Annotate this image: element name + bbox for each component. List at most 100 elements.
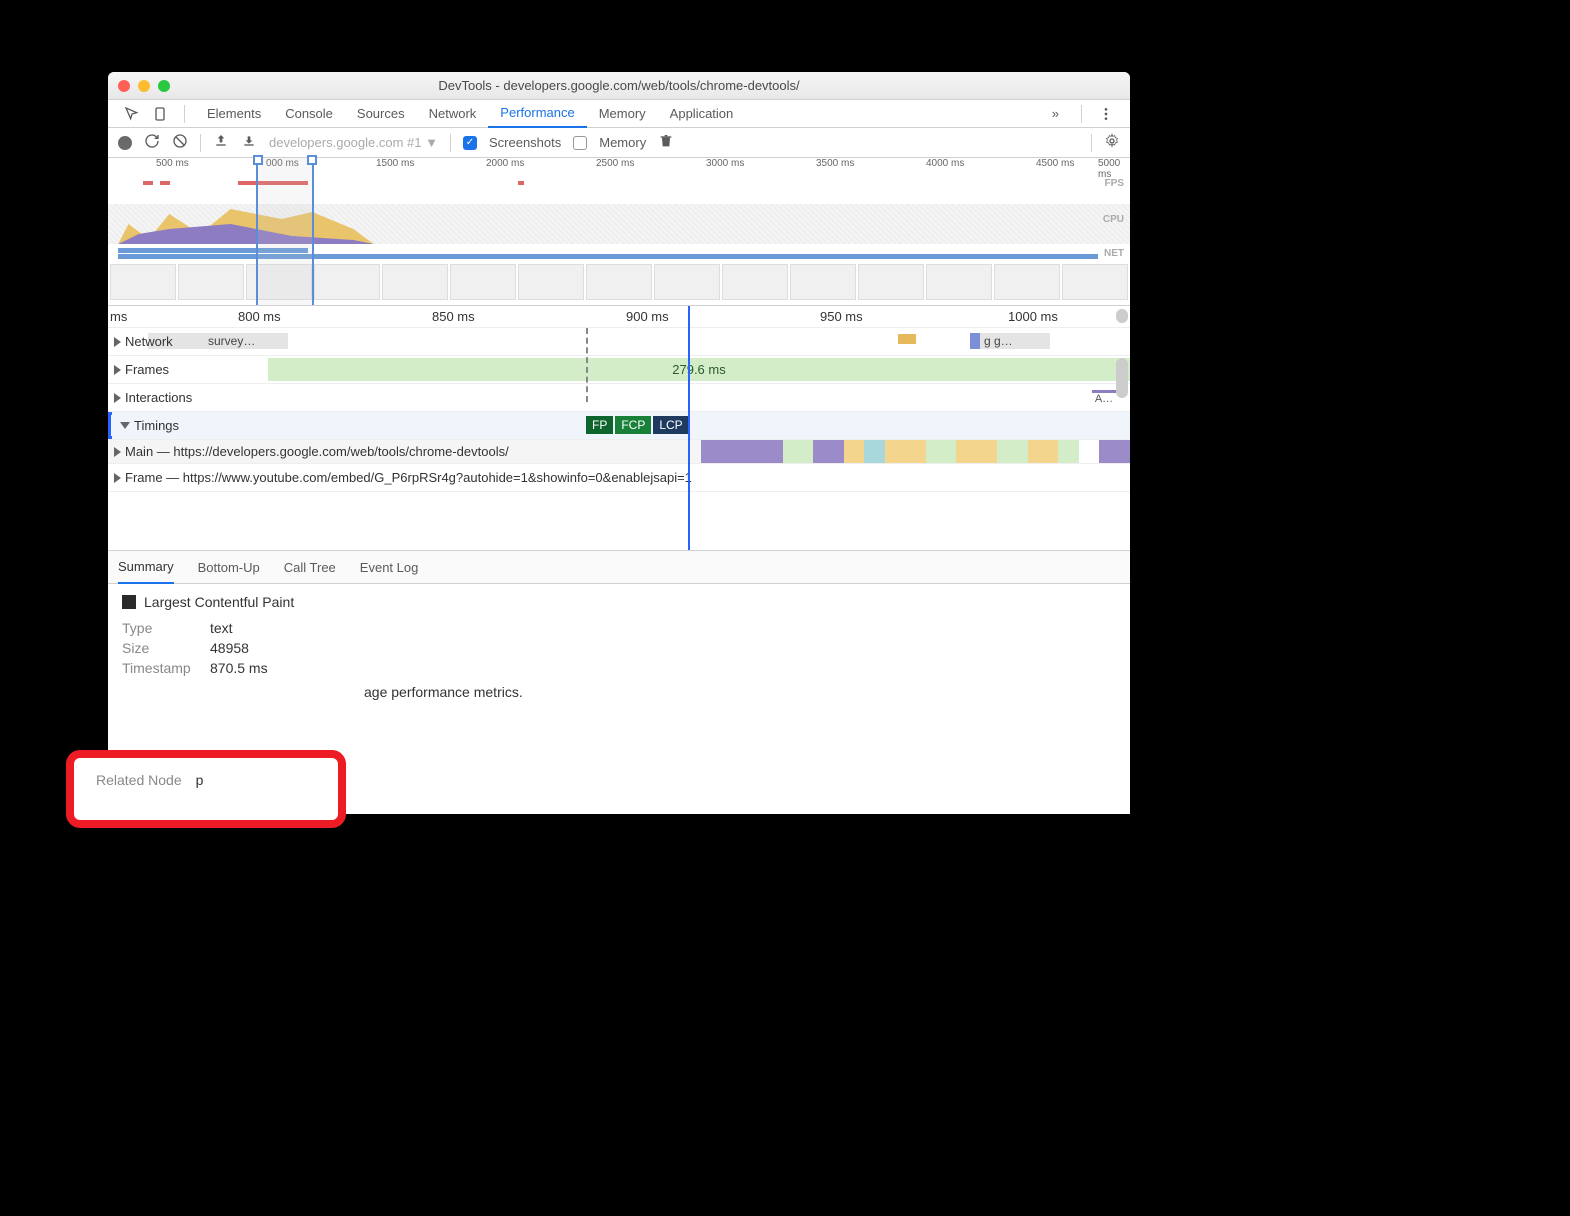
tick: 500 ms — [156, 158, 189, 169]
row-key: Timestamp — [122, 660, 200, 676]
session-select[interactable]: developers.google.com #1 ▼ — [269, 135, 438, 150]
perf-toolbar: developers.google.com #1 ▼ ✓ Screenshots… — [108, 128, 1130, 158]
track-main[interactable]: Main — https://developers.google.com/web… — [108, 440, 1130, 464]
record-icon[interactable] — [118, 136, 132, 150]
chevron-down-icon — [120, 422, 130, 429]
tick: 850 ms — [432, 309, 475, 324]
window-title: DevTools - developers.google.com/web/too… — [108, 78, 1130, 93]
tick: 950 ms — [820, 309, 863, 324]
related-node-row: Related Node p — [74, 758, 338, 802]
track-frame[interactable]: Frame — https://www.youtube.com/embed/G_… — [108, 464, 1130, 492]
chevron-right-icon — [114, 337, 121, 347]
panel-tabs: Elements Console Sources Network Perform… — [108, 100, 1130, 128]
row-key: Type — [122, 620, 200, 636]
tick: 1000 ms — [1008, 309, 1058, 324]
track-frames[interactable]: Frames 279.6 ms — [108, 356, 1130, 384]
track-timings[interactable]: Timings FP FCP LCP — [108, 412, 1130, 440]
btab-bottomup[interactable]: Bottom-Up — [198, 550, 260, 584]
screenshots-label: Screenshots — [489, 135, 561, 150]
upload-icon[interactable] — [213, 133, 229, 152]
devtools-window: DevTools - developers.google.com/web/too… — [108, 72, 1130, 814]
scrollbar-horizontal[interactable] — [1116, 309, 1128, 323]
playhead[interactable] — [688, 306, 690, 550]
memory-label: Memory — [599, 135, 646, 150]
reload-icon[interactable] — [144, 133, 160, 152]
tick: 3500 ms — [816, 158, 854, 169]
btab-calltree[interactable]: Call Tree — [284, 550, 336, 584]
tab-console[interactable]: Console — [273, 100, 345, 128]
color-swatch — [122, 595, 136, 609]
cpu-label: CPU — [1103, 214, 1124, 225]
divider — [1081, 105, 1082, 123]
summary-row: Size48958 — [122, 640, 1116, 656]
fps-label: FPS — [1105, 178, 1124, 189]
track-network[interactable]: Network survey… g g… — [108, 328, 1130, 356]
highlight-callout: Related Node p — [66, 750, 346, 828]
track-label: Frames — [125, 362, 169, 377]
divider — [1091, 134, 1092, 152]
download-icon[interactable] — [241, 133, 257, 152]
chevron-right-icon — [114, 473, 121, 483]
traffic-lights — [118, 80, 170, 92]
details-tabs: Summary Bottom-Up Call Tree Event Log — [108, 550, 1130, 584]
tick: 2500 ms — [596, 158, 634, 169]
tab-elements[interactable]: Elements — [195, 100, 273, 128]
minimize-icon[interactable] — [138, 80, 150, 92]
tab-sources[interactable]: Sources — [345, 100, 417, 128]
tab-performance[interactable]: Performance — [488, 100, 586, 128]
tick: ms — [110, 309, 127, 324]
related-node-link[interactable]: p — [196, 772, 204, 788]
tabs-overflow[interactable]: » — [1040, 100, 1071, 128]
divider — [450, 134, 451, 152]
tick: 4000 ms — [926, 158, 964, 169]
row-key: Related Node — [96, 772, 182, 788]
tick: 900 ms — [626, 309, 669, 324]
trash-icon[interactable] — [658, 133, 674, 152]
summary-header: Largest Contentful Paint — [122, 594, 1116, 610]
inspect-icon[interactable] — [118, 106, 146, 122]
row-value: text — [210, 620, 233, 636]
summary-row: Type text — [122, 620, 1116, 636]
device-icon[interactable] — [146, 106, 174, 122]
memory-checkbox[interactable] — [573, 136, 587, 150]
metrics-text: age performance metrics. — [364, 684, 1116, 700]
tab-memory[interactable]: Memory — [587, 100, 658, 128]
track-label: Network — [125, 334, 173, 349]
chevron-right-icon — [114, 365, 121, 375]
tick: 800 ms — [238, 309, 281, 324]
summary-panel: Largest Contentful Paint Type text Size48… — [108, 584, 1130, 710]
overview-panel[interactable]: 500 ms 000 ms 1500 ms 2000 ms 2500 ms 30… — [108, 158, 1130, 306]
divider — [200, 134, 201, 152]
chevron-right-icon — [114, 447, 121, 457]
track-label: Interactions — [125, 390, 192, 405]
divider — [184, 105, 185, 123]
screenshots-checkbox[interactable]: ✓ — [463, 136, 477, 150]
chevron-right-icon — [114, 393, 121, 403]
track-interactions[interactable]: Interactions A… — [108, 384, 1130, 412]
btab-eventlog[interactable]: Event Log — [360, 550, 419, 584]
track-label: Timings — [134, 418, 179, 433]
zoom-icon[interactable] — [158, 80, 170, 92]
settings-icon[interactable] — [1104, 133, 1120, 152]
row-value: 870.5 ms — [210, 660, 268, 676]
tracks: Network survey… g g… Frames 279.6 ms Int… — [108, 328, 1130, 492]
clear-icon[interactable] — [172, 133, 188, 152]
row-key: Size — [122, 640, 200, 656]
overview-selection[interactable] — [256, 158, 314, 305]
titlebar: DevTools - developers.google.com/web/too… — [108, 72, 1130, 100]
tick: 4500 ms — [1036, 158, 1074, 169]
btab-summary[interactable]: Summary — [118, 550, 174, 584]
detail-ruler[interactable]: ms 800 ms 850 ms 900 ms 950 ms 1000 ms — [108, 306, 1130, 328]
tick: 3000 ms — [706, 158, 744, 169]
tab-network[interactable]: Network — [417, 100, 489, 128]
tab-application[interactable]: Application — [658, 100, 746, 128]
close-icon[interactable] — [118, 80, 130, 92]
tick: 1500 ms — [376, 158, 414, 169]
session-label: developers.google.com #1 — [269, 135, 422, 150]
track-label: Main — https://developers.google.com/web… — [125, 444, 509, 459]
summary-row: Timestamp 870.5 ms — [122, 660, 1116, 676]
tick: 2000 ms — [486, 158, 524, 169]
marker-dashed — [586, 328, 588, 402]
kebab-icon[interactable] — [1092, 106, 1120, 122]
track-label: Frame — https://www.youtube.com/embed/G_… — [125, 470, 692, 485]
